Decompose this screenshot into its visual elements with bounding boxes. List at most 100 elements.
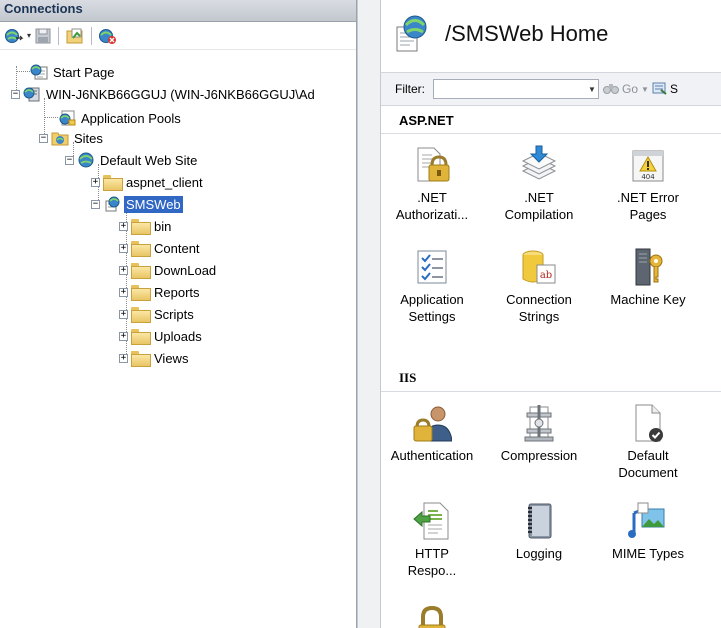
tree-node-reports[interactable]: + Reports <box>119 282 202 302</box>
feature-net-compilation[interactable]: .NET Compilation <box>490 145 588 223</box>
folder-icon <box>131 306 151 323</box>
tree-node-label: Uploads <box>154 328 202 344</box>
features-view: ASP.NET .NET Authorizati... .NET Compila… <box>381 107 721 628</box>
pane-splitter[interactable] <box>357 0 381 628</box>
tree-node-views[interactable]: + Views <box>119 348 190 368</box>
chevron-down-icon[interactable]: ▼ <box>586 80 598 98</box>
feature-authentication[interactable]: Authentication <box>383 403 481 464</box>
application-settings-icon <box>412 247 452 287</box>
section-divider <box>381 133 721 134</box>
tree-node-label: Content <box>154 240 200 256</box>
tree-node-start-page[interactable]: Start Page <box>30 62 116 82</box>
feature-label: Application Settings <box>400 292 464 324</box>
filter-label: Filter: <box>395 82 425 96</box>
expand-toggle-icon[interactable]: + <box>119 287 128 297</box>
tree-node-scripts[interactable]: + Scripts <box>119 304 196 324</box>
show-all-button[interactable]: S <box>652 81 678 98</box>
web-application-icon <box>391 13 431 56</box>
http-response-headers-icon <box>412 501 452 541</box>
expand-toggle-icon[interactable]: + <box>119 331 128 341</box>
expand-toggle-icon[interactable]: + <box>119 265 128 275</box>
folder-icon <box>131 328 151 345</box>
feature-mime-types[interactable]: MIME Types <box>599 501 697 562</box>
feature-label: MIME Types <box>611 546 684 561</box>
start-page-icon[interactable] <box>65 26 85 46</box>
feature-net-error-pages[interactable]: 404 .NET Error Pages <box>599 145 697 223</box>
tree-node-default-web-site[interactable]: − Default Web Site <box>65 150 199 170</box>
disconnect-icon[interactable] <box>98 26 118 46</box>
tree-node-download[interactable]: + DownLoad <box>119 260 218 280</box>
sites-folder-icon <box>51 130 69 146</box>
connections-header: Connections <box>0 0 356 22</box>
collapse-toggle-icon[interactable]: − <box>65 155 74 165</box>
tree-node-application-pools[interactable]: Application Pools <box>58 108 183 128</box>
feature-label: Machine Key <box>610 292 686 307</box>
expand-toggle-icon[interactable]: + <box>91 177 100 187</box>
feature-cut-off[interactable]: G <box>699 145 721 206</box>
section-header-aspnet: ASP.NET <box>399 112 454 128</box>
save-icon[interactable] <box>34 26 52 46</box>
feature-connection-strings[interactable]: ab Connection Strings <box>490 247 588 325</box>
tree-node-sites[interactable]: − Sites <box>39 128 105 148</box>
net-authorization-icon <box>412 145 452 185</box>
connections-pane: Connections ▾ Start Page − WIN-J6NKB66GG… <box>0 0 357 628</box>
feature-default-document[interactable]: Default Document <box>599 403 697 481</box>
collapse-toggle-icon[interactable]: − <box>39 133 48 143</box>
authentication-icon <box>412 403 452 443</box>
feature-lock[interactable] <box>383 605 481 628</box>
expand-toggle-icon[interactable]: + <box>119 221 128 231</box>
feature-machine-key[interactable]: Machine Key <box>599 247 697 308</box>
connect-icon[interactable]: ▾ <box>4 26 31 46</box>
feature-label: Compression <box>500 448 578 463</box>
tree-line <box>16 71 30 72</box>
tree-node-content[interactable]: + Content <box>119 238 202 258</box>
section-header-iis: IIS <box>399 370 417 385</box>
folder-icon <box>131 240 151 257</box>
feature-logging[interactable]: Logging <box>490 501 588 562</box>
tree-node-label: Start Page <box>53 64 115 80</box>
expand-toggle-icon[interactable]: + <box>119 309 128 319</box>
iis-manager-window: Connections ▾ Start Page − WIN-J6NKB66GG… <box>0 0 721 628</box>
feature-application-settings[interactable]: Application Settings <box>383 247 481 325</box>
feature-net-authorization[interactable]: .NET Authorizati... <box>383 145 481 223</box>
tree-node-label: Views <box>154 350 189 366</box>
net-compilation-icon <box>519 145 559 185</box>
logging-icon <box>519 501 559 541</box>
start-page-icon <box>30 64 48 80</box>
feature-label: .NET Authorizati... <box>395 190 469 222</box>
tree-node-label: DownLoad <box>154 262 217 278</box>
compression-icon <box>519 403 559 443</box>
expand-toggle-icon[interactable]: + <box>119 243 128 253</box>
default-document-icon <box>628 403 668 443</box>
folder-icon <box>131 218 151 235</box>
collapse-toggle-icon[interactable]: − <box>11 89 20 99</box>
lock-icon <box>412 605 452 628</box>
connection-strings-icon: ab <box>519 247 559 287</box>
expand-toggle-icon[interactable]: + <box>119 353 128 363</box>
feature-label: .NET Error Pages <box>617 190 679 222</box>
chevron-down-icon[interactable]: ▼ <box>641 85 649 94</box>
tree-node-bin[interactable]: + bin <box>119 216 173 236</box>
tree-node-label: bin <box>154 218 172 234</box>
go-button[interactable]: Go <box>603 81 638 98</box>
server-icon <box>23 86 41 102</box>
feature-label: .NET Compilation <box>504 190 574 222</box>
filter-input[interactable]: ▼ <box>433 79 599 99</box>
section-divider <box>381 391 721 392</box>
collapse-toggle-icon[interactable]: − <box>91 199 100 209</box>
folder-icon <box>131 262 151 279</box>
tree-node-label: Application Pools <box>81 110 181 126</box>
tree-node-aspnet-client[interactable]: + aspnet_client <box>91 172 205 192</box>
feature-cut-off[interactable]: I <box>699 247 721 308</box>
tree-node-uploads[interactable]: + Uploads <box>119 326 204 346</box>
tree-node-server[interactable]: − WIN-J6NKB66GGUJ (WIN-J6NKB66GGUJ\Ad <box>11 84 317 104</box>
toolbar-separator <box>91 26 93 45</box>
tree-node-label: Sites <box>74 130 103 146</box>
folder-icon <box>131 284 151 301</box>
feature-label: HTTP Respo... <box>407 546 457 578</box>
feature-http-response-headers[interactable]: HTTP Respo... <box>383 501 481 579</box>
folder-icon <box>131 350 151 367</box>
feature-compression[interactable]: Compression <box>490 403 588 464</box>
folder-icon <box>103 174 123 191</box>
tree-node-smsweb[interactable]: − SMSWeb <box>91 194 183 214</box>
